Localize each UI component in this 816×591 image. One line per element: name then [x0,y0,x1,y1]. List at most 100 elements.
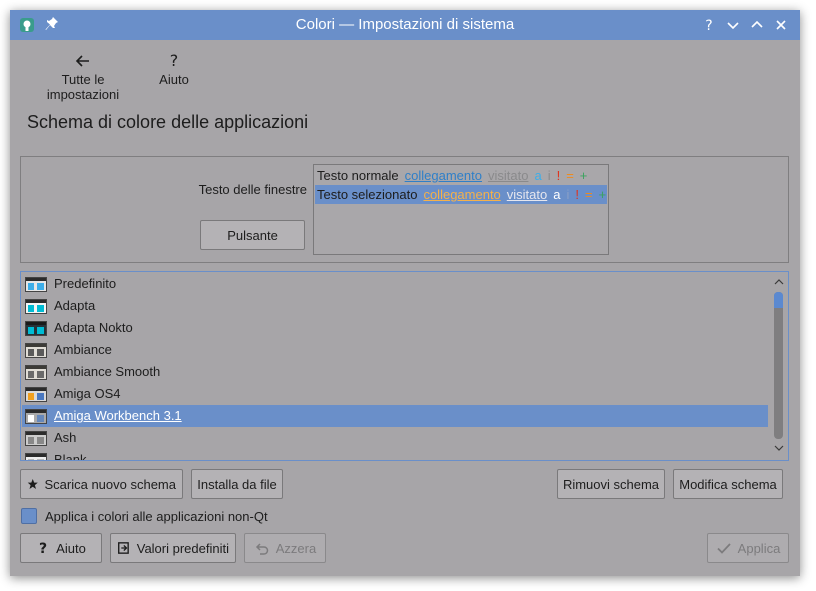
scheme-preview: Testo delle finestre Pulsante Testo norm… [20,156,789,263]
scheme-list-item[interactable]: Blank [22,449,768,461]
download-scheme-button[interactable]: Scarica nuovo schema [20,469,183,499]
preview-normal-row: Testo normale collegamento visitato a i! = + [315,166,607,185]
scheme-preview-icon [25,387,47,402]
normal-link: collegamento [404,168,482,183]
apply-non-qt-option[interactable]: Applica i colori alle applicazioni non-Q… [21,508,268,524]
scheme-preview-icon [25,321,47,336]
scheme-preview-icon [25,365,47,380]
undo-icon [255,543,269,555]
selected-text: Testo selezionato [317,187,418,202]
color-scheme-list[interactable]: Predefinito Adapta Adapta Nokto Ambiance Amb… [20,271,789,461]
apply-button[interactable]: Applica [707,533,789,563]
minimize-button[interactable] [724,16,742,34]
scheme-preview-icon [25,431,47,446]
normal-text: Testo normale [317,168,399,183]
title-bar: Colori — Impostazioni di sistema ? [10,10,800,40]
scheme-name: Blank [54,452,87,461]
scheme-name: Amiga OS4 [54,386,121,401]
scheme-list-item[interactable]: Amiga Workbench 3.1 [22,405,768,427]
normal-active: a [534,168,542,183]
apply-non-qt-label: Applica i colori alle applicazioni non-Q… [45,508,268,524]
all-settings-button[interactable]: Tutte le impostazioni [24,50,142,102]
defaults-button[interactable]: Valori predefiniti [110,533,236,563]
scheme-list-item[interactable]: Adapta Nokto [22,317,768,339]
scheme-list-item[interactable]: Ash [22,427,768,449]
window-text-label: Testo delle finestre [198,182,307,197]
chevron-up-icon [751,20,763,28]
scheme-name: Amiga Workbench 3.1 [54,408,182,423]
scheme-list-item[interactable]: Ambiance [22,339,768,361]
scheme-name: Predefinito [54,276,117,291]
selected-link: collegamento [423,187,501,202]
install-from-file-button[interactable]: Installa da file [191,469,283,499]
scroll-up-icon[interactable] [771,276,787,288]
star-icon [27,478,38,490]
question-icon: ? [156,50,192,72]
defaults-icon [118,542,129,554]
defaults-label: Valori predefiniti [136,540,229,556]
page-title: Schema di colore delle applicazioni [27,112,309,132]
toolbar-help-button[interactable]: ? Aiuto [156,50,192,87]
question-icon: ? [39,541,47,556]
all-settings-label: Tutte le impostazioni [46,72,120,102]
edit-scheme-label: Modifica schema [679,476,777,492]
maximize-button[interactable] [748,16,766,34]
normal-negative: ! [556,168,561,183]
help-button[interactable]: ? Aiuto [20,533,102,563]
settings-window: Colori — Impostazioni di sistema ? Tutte… [10,10,800,576]
scheme-list-item[interactable]: Predefinito [22,273,768,295]
svg-text:?: ? [39,541,47,556]
remove-scheme-button[interactable]: Rimuovi schema [557,469,665,499]
toolbar-help-label: Aiuto [159,72,189,87]
scheme-name: Ambiance [54,342,112,357]
apply-non-qt-checkbox[interactable] [21,508,37,524]
arrow-left-icon [24,50,142,72]
selected-inactive: i [566,187,570,202]
scheme-list-item[interactable]: Amiga OS4 [22,383,768,405]
selected-visited: visitato [506,187,548,202]
scheme-preview-icon [25,453,47,460]
normal-visited: visitato [487,168,529,183]
selected-negative: ! [575,187,579,202]
scroll-down-icon[interactable] [771,442,787,454]
scheme-name: Adapta Nokto [54,320,133,335]
close-icon [776,20,786,30]
check-icon [717,543,731,554]
scroll-handle-highlight [774,292,783,308]
scheme-list-item[interactable]: Ambiance Smooth [22,361,768,383]
chevron-down-icon [727,22,739,30]
scheme-list-item[interactable]: Adapta [22,295,768,317]
scheme-preview-icon [25,343,47,358]
scheme-preview-icon [25,277,47,292]
selected-positive: + [598,187,607,202]
scheme-name: Ambiance Smooth [54,364,161,379]
download-scheme-label: Scarica nuovo schema [44,476,176,492]
preview-text-box: Testo normale collegamento visitato a i! = + T… [313,164,609,255]
preview-button-label: Pulsante [227,227,278,243]
svg-text:?: ? [705,18,712,34]
scheme-name: Ash [54,430,77,445]
normal-positive: + [579,168,588,183]
preview-button: Pulsante [200,220,305,250]
apply-label: Applica [737,540,781,556]
close-button[interactable] [772,16,790,34]
window-title: Colori — Impostazioni di sistema [295,16,515,33]
scroll-handle[interactable] [774,292,783,439]
preview-selected-row: Testo selezionato collegamento visitato a i!… [315,185,607,204]
normal-inactive: i [547,168,551,183]
help-label: Aiuto [56,540,86,556]
selected-active: a [553,187,561,202]
scheme-preview-icon [25,299,47,314]
install-from-file-label: Installa da file [197,476,277,492]
svg-text:?: ? [170,51,179,70]
normal-neutral: = [566,168,574,183]
reset-button[interactable]: Azzera [244,533,326,563]
question-icon: ? [705,18,712,34]
remove-scheme-label: Rimuovi schema [562,476,660,492]
reset-label: Azzera [275,540,317,556]
edit-scheme-button[interactable]: Modifica schema [673,469,783,499]
scheme-preview-icon [25,409,47,424]
scheme-name: Adapta [54,298,96,313]
help-titlebar-button[interactable]: ? [700,16,718,34]
selected-neutral: = [585,187,593,202]
